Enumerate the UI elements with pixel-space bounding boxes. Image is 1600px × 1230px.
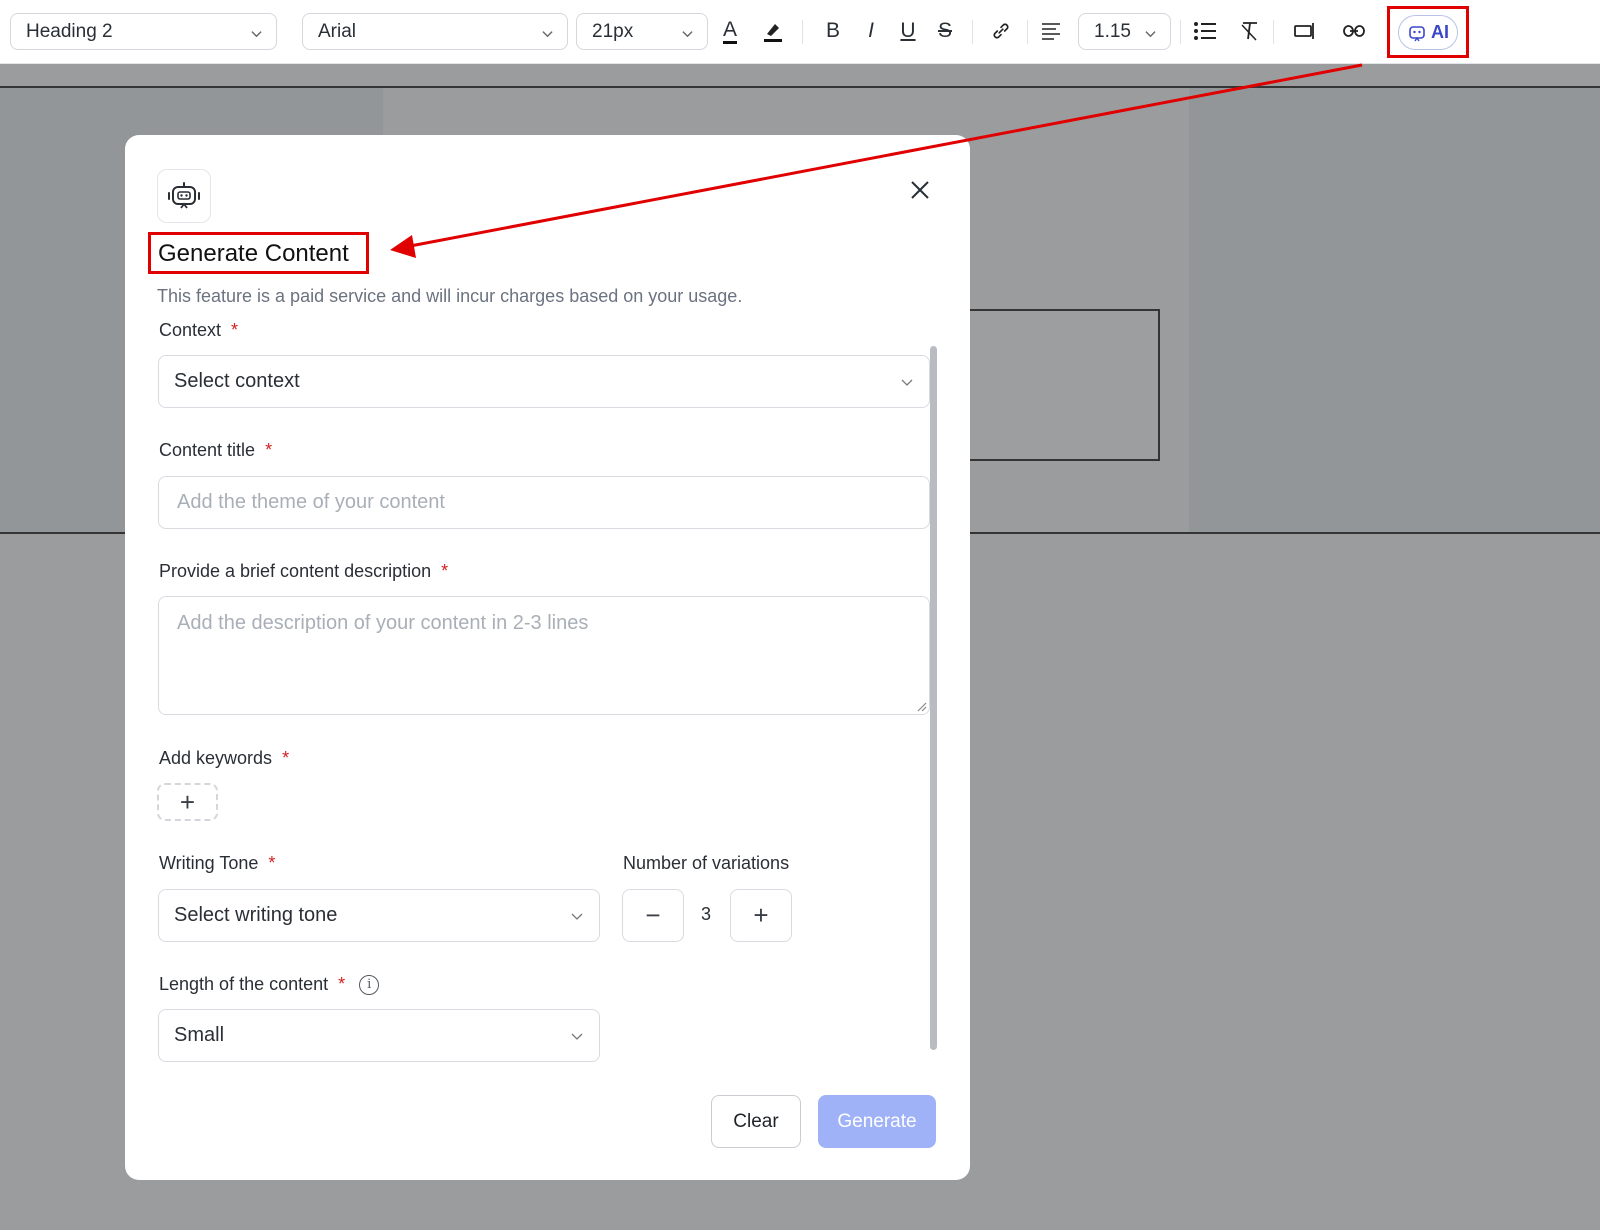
generate-button[interactable]: Generate	[818, 1095, 936, 1148]
decrement-variations-button[interactable]: −	[622, 889, 684, 942]
chevron-down-icon	[571, 1033, 583, 1040]
robot-icon	[1409, 25, 1425, 41]
ai-button-label: AI	[1431, 22, 1449, 42]
editor-toolbar: Heading 2 Arial 21px A B I U S 1.15 AI	[0, 0, 1600, 64]
close-button[interactable]	[905, 175, 935, 205]
increment-variations-button[interactable]: +	[730, 889, 792, 942]
chevron-down-icon	[1145, 31, 1156, 38]
toolbar-divider	[1027, 20, 1028, 44]
close-icon	[911, 181, 929, 199]
generate-content-dialog: Generate Content This feature is a paid …	[125, 135, 970, 1180]
chevron-down-icon	[682, 31, 693, 38]
dialog-scrollbar[interactable]	[930, 346, 937, 1050]
minus-icon: −	[645, 900, 661, 930]
description-label: Provide a brief content description *	[159, 561, 449, 581]
bullet-list-icon[interactable]	[1190, 16, 1220, 46]
required-mark: *	[338, 974, 346, 994]
highlight-icon[interactable]	[758, 16, 788, 46]
toolbar-divider	[1180, 20, 1181, 44]
chevron-down-icon	[571, 913, 583, 920]
description-textarea[interactable]: Add the description of your content in 2…	[158, 596, 930, 715]
required-mark: *	[265, 440, 273, 460]
underline-icon[interactable]: U	[893, 16, 923, 46]
toolbar-divider	[972, 20, 973, 44]
font-family-value: Arial	[318, 21, 357, 42]
italic-icon[interactable]: I	[856, 16, 886, 46]
writing-tone-label: Writing Tone *	[159, 853, 276, 873]
chevron-down-icon	[251, 31, 262, 38]
insert-field-icon[interactable]	[1290, 16, 1320, 46]
clear-button[interactable]: Clear	[711, 1095, 801, 1148]
robot-icon	[168, 182, 200, 209]
align-icon[interactable]	[1036, 16, 1066, 46]
strikethrough-icon[interactable]: S	[930, 16, 960, 46]
ai-button-highlight: AI	[1387, 6, 1469, 58]
font-size-select[interactable]: 21px	[576, 13, 708, 50]
bold-icon[interactable]: B	[818, 16, 848, 46]
required-mark: *	[231, 320, 239, 340]
chevron-down-icon	[542, 31, 553, 38]
plus-icon: +	[179, 786, 196, 817]
toolbar-divider	[1273, 20, 1274, 44]
variations-label: Number of variations	[623, 853, 790, 873]
context-label: Context *	[159, 320, 239, 340]
info-icon[interactable]: i	[359, 974, 380, 995]
required-mark: *	[282, 748, 290, 768]
bot-tile	[157, 169, 211, 223]
chevron-down-icon	[901, 379, 913, 386]
resize-handle-icon[interactable]	[915, 700, 927, 712]
content-title-input[interactable]: Add the theme of your content	[158, 476, 930, 529]
length-label: Length of the content * i	[159, 974, 380, 995]
length-select[interactable]: Small	[158, 1009, 600, 1062]
clear-format-icon[interactable]	[1235, 16, 1265, 46]
font-family-select[interactable]: Arial	[302, 13, 568, 50]
line-height-value: 1.15	[1094, 21, 1131, 42]
content-title-label: Content title *	[159, 440, 273, 460]
dialog-title: Generate Content	[158, 240, 349, 267]
variations-value: 3	[701, 904, 712, 924]
toolbar-divider	[802, 20, 803, 44]
link-icon[interactable]	[986, 16, 1016, 46]
dialog-subtitle: This feature is a paid service and will …	[157, 286, 743, 306]
add-keyword-button[interactable]: +	[157, 783, 218, 821]
block-style-value: Heading 2	[26, 21, 113, 42]
required-mark: *	[268, 853, 276, 873]
unlink-icon[interactable]	[1339, 16, 1369, 46]
context-select[interactable]: Select context	[158, 355, 930, 408]
ai-button[interactable]: AI	[1398, 15, 1458, 50]
line-height-select[interactable]: 1.15	[1078, 13, 1171, 50]
required-mark: *	[441, 561, 449, 581]
font-size-value: 21px	[592, 21, 634, 42]
block-style-select[interactable]: Heading 2	[10, 13, 277, 50]
writing-tone-select[interactable]: Select writing tone	[158, 889, 600, 942]
title-highlight: Generate Content	[148, 232, 369, 274]
text-color-icon[interactable]: A	[715, 16, 745, 46]
plus-icon: +	[753, 900, 769, 930]
keywords-label: Add keywords *	[159, 748, 290, 768]
